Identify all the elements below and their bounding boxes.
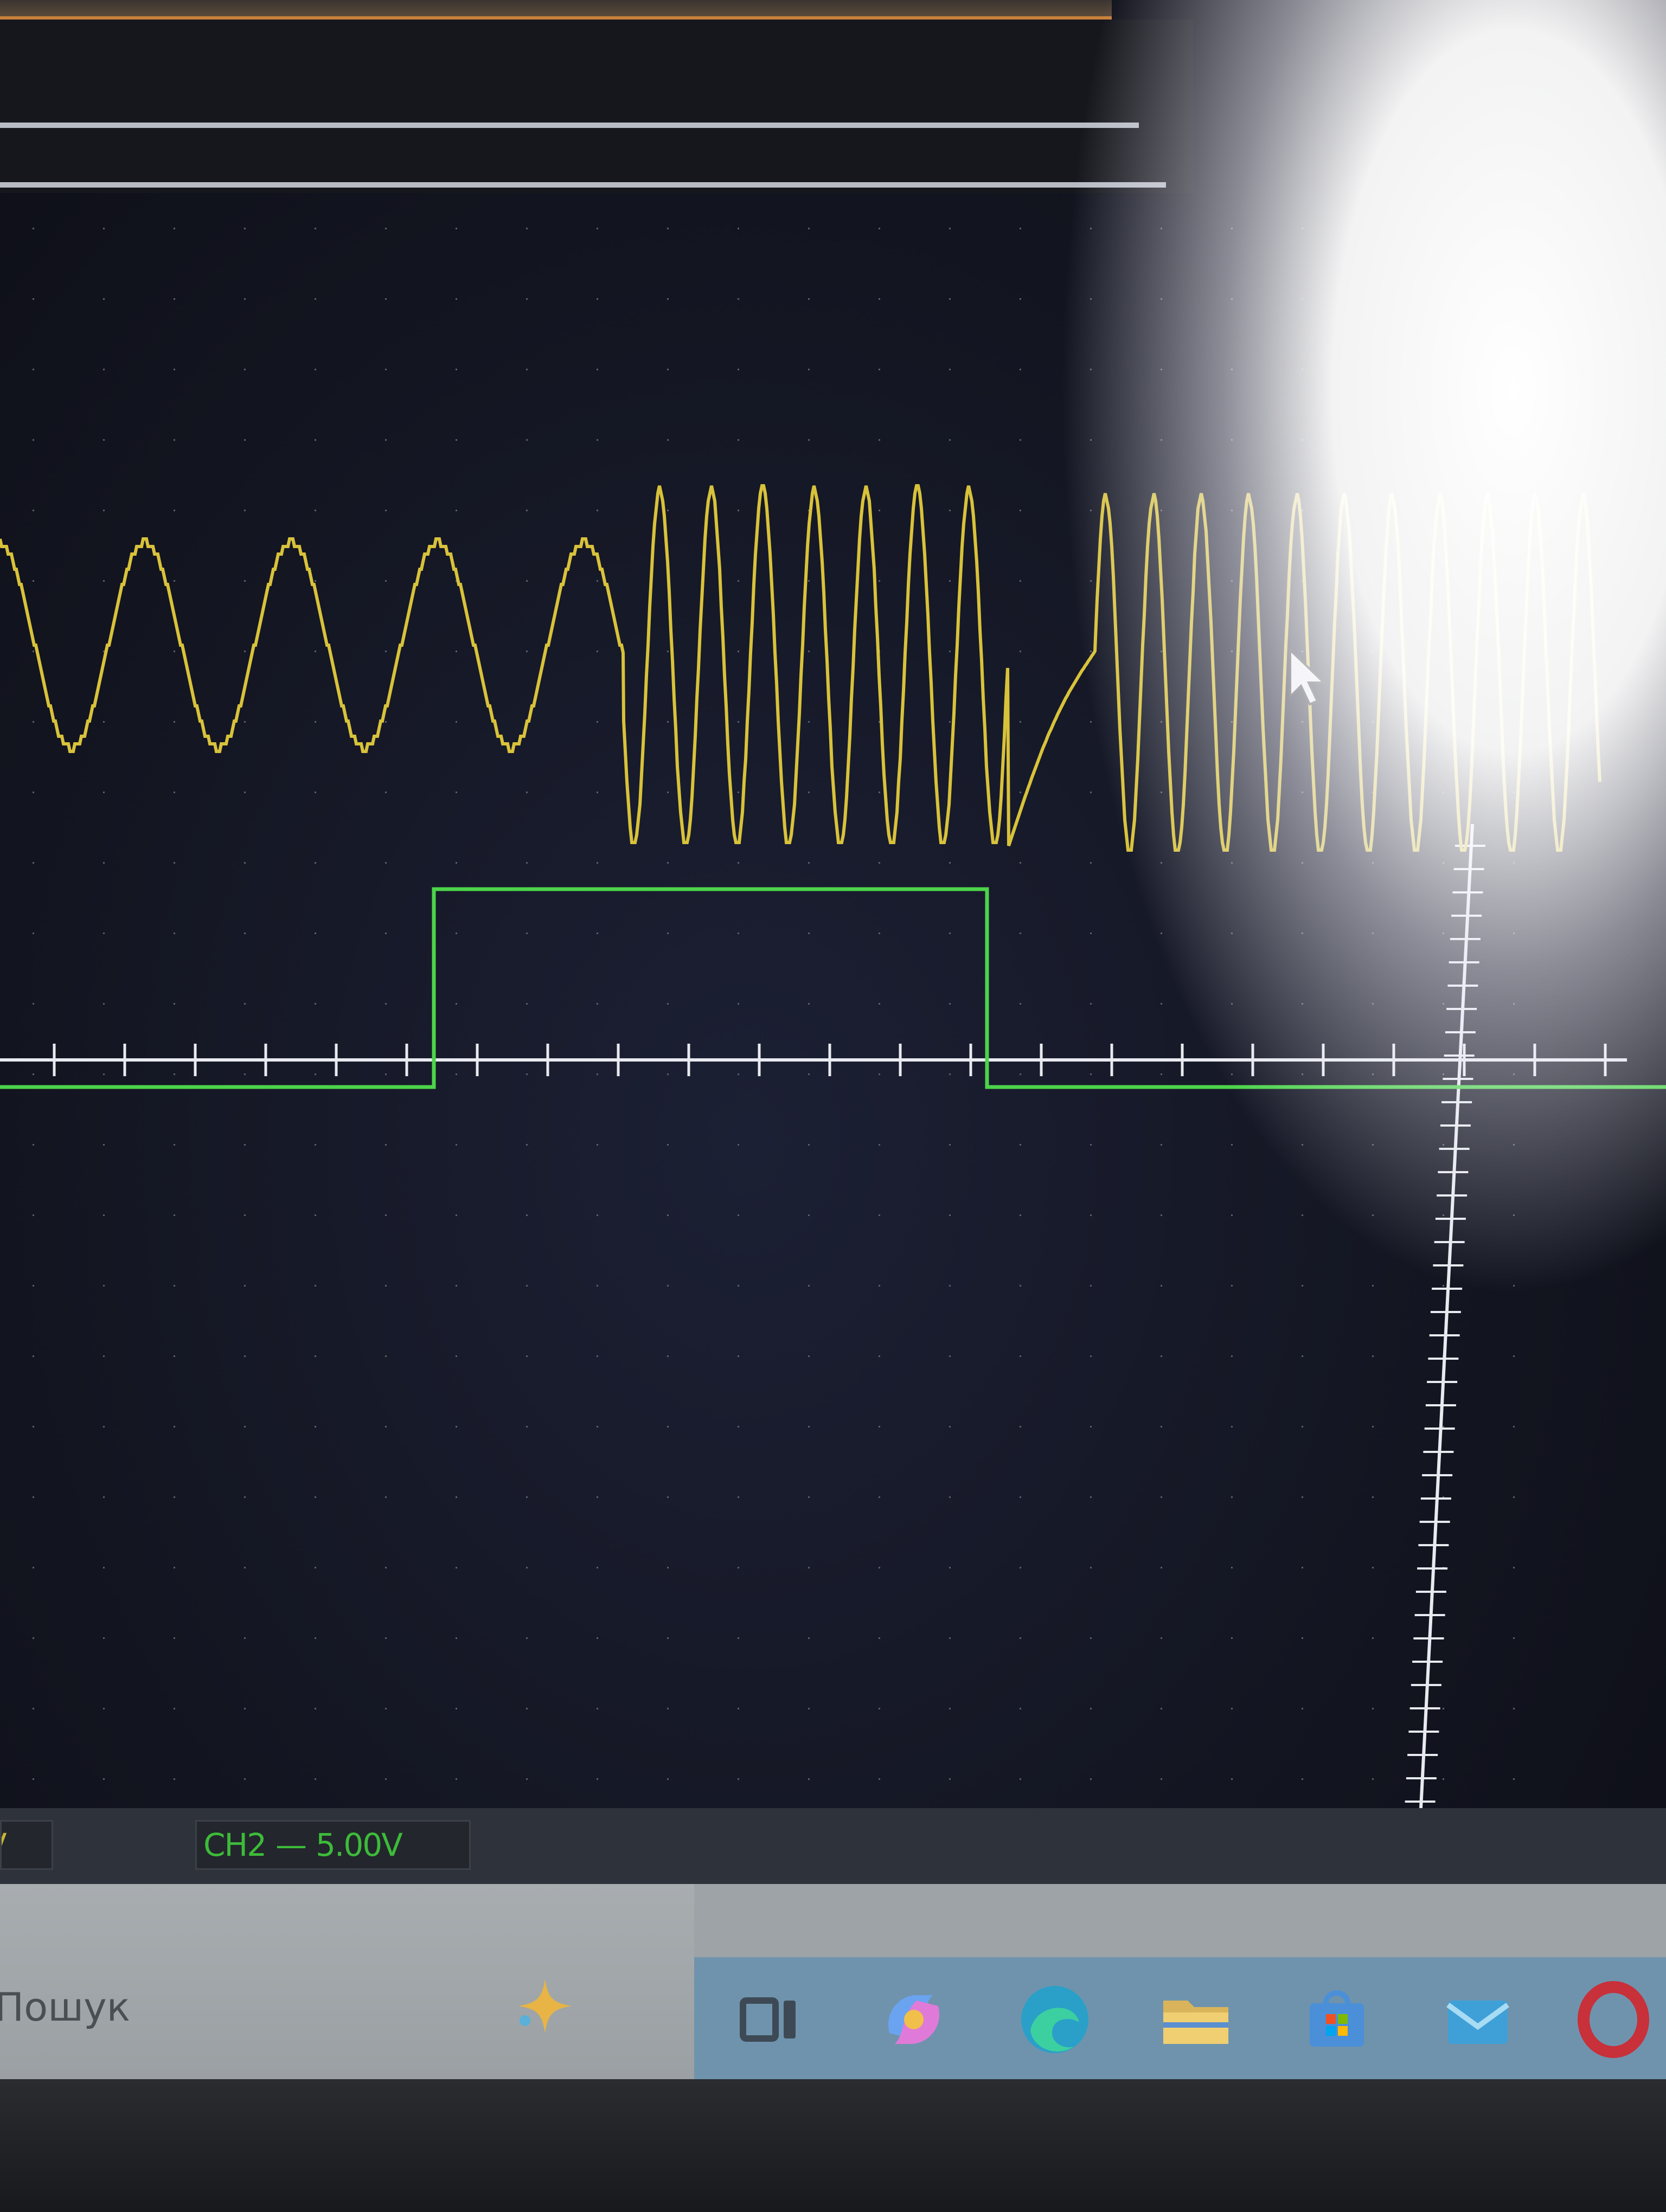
search-placeholder: Пошук [0,1984,131,2030]
ch1-scale-box[interactable]: V [0,1820,53,1870]
ch2-label: CH2 [203,1827,267,1863]
task-view-icon[interactable] [732,1979,813,2060]
waveform-display [0,228,1666,1809]
ch1-scale-fragment: V [2,1827,7,1863]
ch2-scale-box[interactable]: CH2—5.00V [195,1820,471,1870]
mail-icon[interactable] [1437,1979,1518,2060]
ch2-trace [0,887,1666,1089]
file-explorer-icon[interactable] [1155,1979,1236,2060]
search-highlight-icon[interactable] [515,1976,575,2036]
ch2-scale-value: 5.00V [316,1827,403,1863]
opera-icon[interactable] [1573,1979,1654,2060]
edge-icon[interactable] [1014,1979,1095,2060]
grid-dots [33,228,1515,1780]
channel-status-bar: V CH2—5.00V [0,1808,1666,1884]
taskbar-search-box[interactable]: Пошук [0,1884,694,2079]
mouse-cursor-icon [1289,648,1327,706]
monitor-bezel [0,2079,1666,2212]
taskbar-pinned-apps [694,1957,1666,2079]
oscilloscope-screen [0,0,1666,2076]
microsoft-store-icon[interactable] [1296,1979,1377,2060]
windows-taskbar: Пошук [0,1884,1666,2079]
ch2-coupling-symbol: — [275,1827,307,1863]
ch1-trace [0,484,1601,852]
vertical-axis [1419,824,1474,1809]
copilot-icon[interactable] [873,1979,954,2060]
